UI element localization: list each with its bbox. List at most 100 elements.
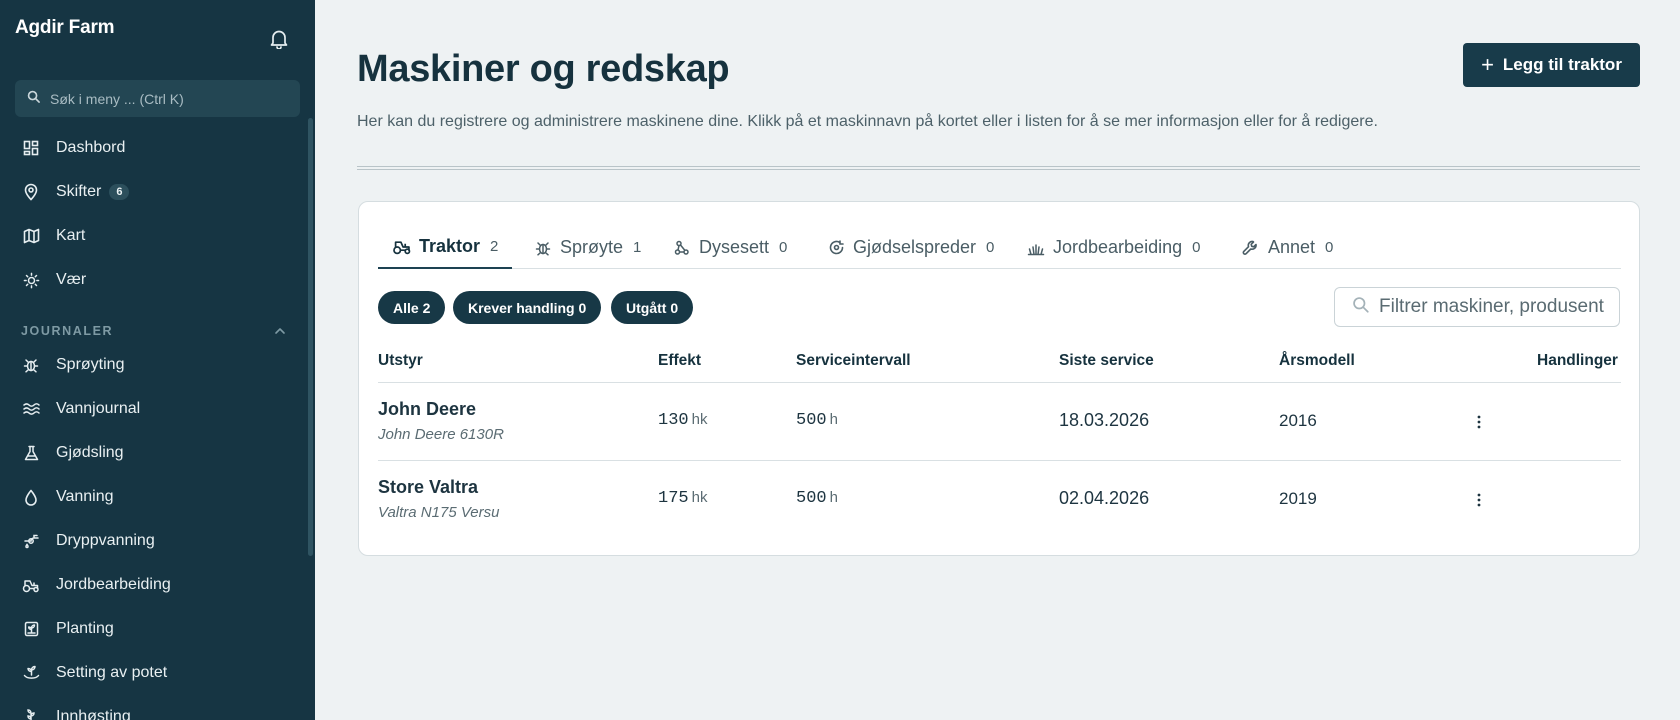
tab-count: 1 bbox=[633, 239, 642, 256]
power-value: 130 bbox=[658, 411, 689, 430]
interval-value: 500 bbox=[796, 489, 827, 508]
tab-jordbearbeiding[interactable]: Jordbearbeiding 0 bbox=[1012, 226, 1214, 269]
machines-card: Traktor 2 Sprøyte 1 Dysesett 0 Gjødselsp… bbox=[358, 201, 1640, 556]
table-row: Store Valtra Valtra N175 Versu bbox=[378, 477, 499, 521]
add-tractor-label: Legg til traktor bbox=[1502, 55, 1622, 74]
dashboard-icon bbox=[22, 139, 40, 157]
wrench-icon bbox=[1241, 238, 1261, 258]
machine-name-link[interactable]: Store Valtra bbox=[378, 477, 499, 498]
search-icon bbox=[27, 90, 40, 108]
sidebar-item-label: Planting bbox=[56, 620, 114, 637]
waves-icon bbox=[22, 400, 40, 418]
tractor-icon bbox=[22, 576, 40, 594]
tab-gjodselspreder[interactable]: Gjødselspreder 0 bbox=[812, 226, 1008, 269]
drip-irrigation-icon bbox=[22, 532, 40, 550]
interval-cell: 500 h bbox=[796, 411, 838, 430]
table-row-divider bbox=[378, 460, 1621, 461]
sidebar-item-vannjournal[interactable]: Vannjournal bbox=[0, 389, 300, 429]
map-pin-icon bbox=[22, 183, 40, 201]
sidebar-item-label: Kart bbox=[56, 227, 86, 244]
tab-annet[interactable]: Annet 0 bbox=[1227, 226, 1347, 269]
tab-count: 0 bbox=[1325, 239, 1334, 256]
sidebar-scrollbar[interactable] bbox=[308, 118, 313, 556]
sidebar-item-vaer[interactable]: Vær bbox=[0, 260, 300, 300]
power-unit: hk bbox=[691, 489, 708, 506]
model-year: 2019 bbox=[1279, 489, 1317, 508]
add-tractor-button[interactable]: + Legg til traktor bbox=[1463, 43, 1640, 87]
sidebar-item-vanning[interactable]: Vanning bbox=[0, 477, 300, 517]
tab-count: 0 bbox=[1192, 239, 1201, 256]
machine-filter-input[interactable] bbox=[1379, 296, 1609, 318]
machine-filter-field[interactable] bbox=[1334, 287, 1620, 327]
power-cell: 130 hk bbox=[658, 411, 707, 430]
sidebar-item-label: Vanning bbox=[56, 488, 114, 505]
bug-icon bbox=[533, 238, 553, 258]
column-header-arsmodell: Årsmodell bbox=[1279, 352, 1355, 369]
row-actions-menu-icon[interactable] bbox=[1469, 410, 1489, 434]
interval-cell: 500 h bbox=[796, 489, 838, 508]
sprout-icon bbox=[22, 664, 40, 682]
sidebar-item-label: Skifter bbox=[56, 183, 102, 200]
sidebar-item-jordbearbeiding[interactable]: Jordbearbeiding bbox=[0, 565, 300, 605]
journal-section-header[interactable]: JOURNALER bbox=[21, 322, 286, 340]
tab-label: Jordbearbeiding bbox=[1053, 237, 1183, 257]
sidebar-item-label: Gjødsling bbox=[56, 444, 124, 461]
power-unit: hk bbox=[691, 411, 708, 428]
bell-icon[interactable] bbox=[268, 28, 290, 50]
sidebar-item-label: Sprøyting bbox=[56, 356, 125, 373]
sidebar-item-dryppvanning[interactable]: Dryppvanning bbox=[0, 521, 300, 561]
machine-model: Valtra N175 Versu bbox=[378, 504, 500, 521]
tab-label: Dysesett bbox=[699, 237, 770, 257]
sidebar-item-kart[interactable]: Kart bbox=[0, 216, 300, 256]
tab-sproyte[interactable]: Sprøyte 1 bbox=[519, 226, 655, 269]
column-header-utstyr: Utstyr bbox=[378, 352, 423, 369]
page-title: Maskiner og redskap bbox=[357, 48, 730, 90]
machine-name-link[interactable]: John Deere bbox=[378, 399, 504, 420]
filter-chip-alle[interactable]: Alle 2 bbox=[378, 291, 446, 324]
sidebar-item-sproyting[interactable]: Sprøyting bbox=[0, 345, 300, 385]
tab-label: Gjødselspreder bbox=[853, 237, 977, 257]
map-icon bbox=[22, 227, 40, 245]
brand-logo[interactable]: Agdir Farm bbox=[15, 17, 115, 39]
power-cell: 175 hk bbox=[658, 489, 707, 508]
droplet-icon bbox=[22, 488, 40, 506]
tab-label: Annet bbox=[1268, 237, 1316, 257]
plus-icon: + bbox=[1481, 52, 1494, 77]
tab-dysesett[interactable]: Dysesett 0 bbox=[658, 226, 801, 269]
menu-search-placeholder: Søk i meny ... (Ctrl K) bbox=[50, 90, 184, 107]
nozzle-icon bbox=[672, 238, 692, 258]
sidebar-item-label: Dryppvanning bbox=[56, 532, 155, 549]
column-header-handlinger: Handlinger bbox=[1537, 352, 1618, 369]
sidebar-item-skifter[interactable]: Skifter 6 bbox=[0, 172, 300, 212]
sidebar-item-planting[interactable]: Planting bbox=[0, 609, 300, 649]
sidebar-item-label: Setting av potet bbox=[56, 664, 168, 681]
category-tabs: Traktor 2 Sprøyte 1 Dysesett 0 Gjødselsp… bbox=[378, 226, 1621, 269]
tab-traktor[interactable]: Traktor 2 bbox=[378, 226, 513, 269]
filter-chip-utgatt[interactable]: Utgått 0 bbox=[611, 291, 694, 324]
sidebar-item-dashbord[interactable]: Dashbord bbox=[0, 128, 300, 168]
sidebar-item-gjodsling[interactable]: Gjødsling bbox=[0, 433, 300, 473]
filter-chip-krever-handling[interactable]: Krever handling 0 bbox=[453, 291, 602, 324]
sidebar-item-label: Vannjournal bbox=[56, 400, 141, 417]
tractor-icon bbox=[392, 237, 412, 257]
row-actions-menu-icon[interactable] bbox=[1469, 488, 1489, 512]
sidebar-item-setting-av-potet[interactable]: Setting av potet bbox=[0, 653, 300, 693]
chevron-up-icon[interactable] bbox=[274, 322, 286, 340]
count-badge: 6 bbox=[109, 184, 130, 200]
harvest-icon bbox=[22, 708, 40, 720]
table-row: John Deere John Deere 6130R bbox=[378, 399, 504, 443]
flask-icon bbox=[22, 444, 40, 462]
model-year: 2016 bbox=[1279, 411, 1317, 430]
tab-label: Traktor bbox=[419, 236, 481, 256]
sidebar: Agdir Farm Søk i meny ... (Ctrl K) Dashb… bbox=[0, 0, 315, 720]
column-header-siste-service: Siste service bbox=[1059, 352, 1154, 369]
sidebar-item-label: Innhøsting bbox=[56, 708, 131, 720]
sidebar-item-innhosting[interactable]: Innhøsting bbox=[0, 697, 300, 720]
spreader-icon bbox=[826, 238, 846, 258]
last-service-date: 02.04.2026 bbox=[1059, 488, 1150, 508]
planting-icon bbox=[22, 620, 40, 638]
menu-search-input[interactable]: Søk i meny ... (Ctrl K) bbox=[15, 80, 300, 117]
tab-count: 0 bbox=[986, 239, 995, 256]
interval-unit: h bbox=[829, 411, 838, 428]
sun-icon bbox=[22, 271, 40, 289]
